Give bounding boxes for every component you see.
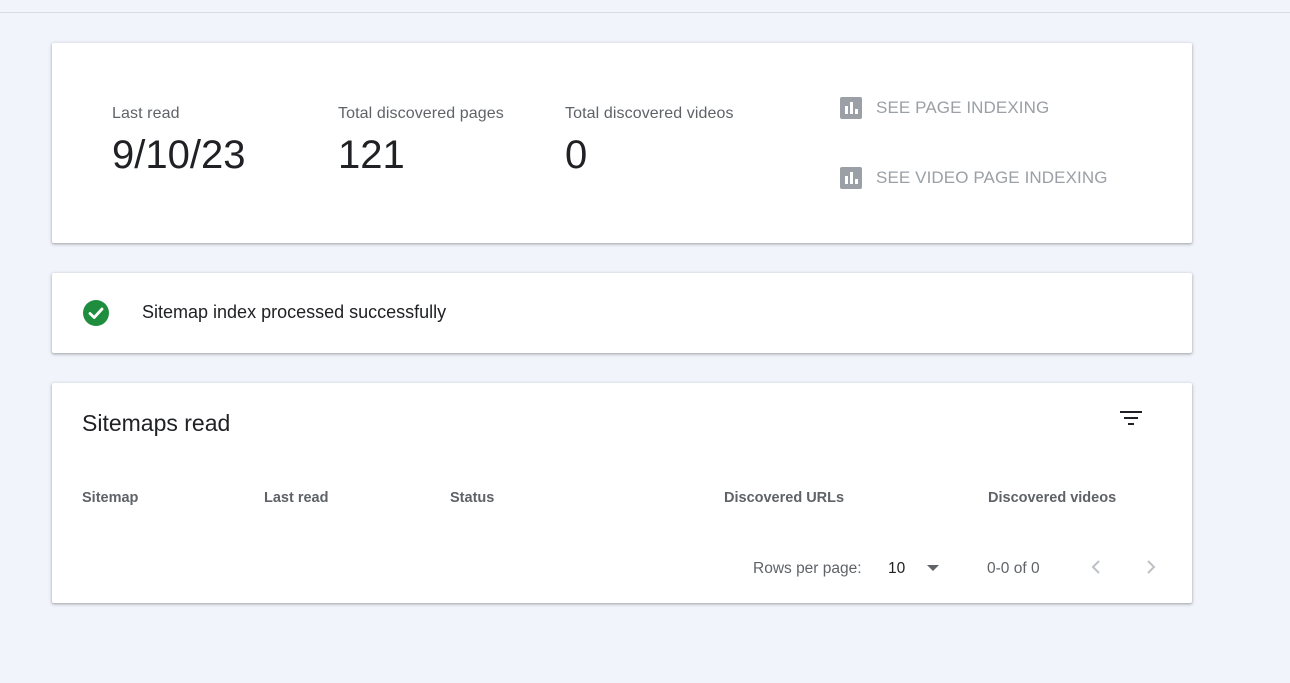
card-title: Sitemaps read	[82, 410, 231, 436]
discovered-pages-value: 121	[338, 133, 405, 177]
status-card: Sitemap index processed successfully	[52, 273, 1192, 353]
filter-icon[interactable]	[1118, 409, 1144, 429]
column-header-sitemap[interactable]: Sitemap	[82, 490, 138, 506]
see-video-page-indexing-button[interactable]: SEE VIDEO PAGE INDEXING	[840, 167, 1108, 189]
top-border	[0, 0, 1290, 13]
column-header-last-read[interactable]: Last read	[264, 490, 328, 506]
column-header-discovered-videos[interactable]: Discovered videos	[988, 490, 1116, 506]
discovered-videos-value: 0	[565, 133, 588, 177]
see-video-page-indexing-label: SEE VIDEO PAGE INDEXING	[876, 168, 1108, 187]
rows-per-page-select[interactable]: 10	[888, 560, 905, 578]
bar-chart-icon	[840, 97, 862, 119]
discovered-pages-label: Total discovered pages	[338, 105, 504, 122]
last-read-value: 9/10/23	[112, 133, 246, 177]
dropdown-arrow-icon[interactable]	[927, 565, 939, 571]
last-read-label: Last read	[112, 105, 180, 122]
see-page-indexing-label: SEE PAGE INDEXING	[876, 98, 1050, 117]
discovered-pages-stat: Total discovered pages 121	[338, 105, 504, 177]
sitemaps-read-card: Sitemaps read Sitemap Last read Status D…	[52, 383, 1192, 603]
rows-per-page-label: Rows per page:	[753, 560, 862, 577]
discovered-videos-label: Total discovered videos	[565, 105, 734, 122]
discovered-videos-stat: Total discovered videos 0	[565, 105, 734, 177]
column-header-discovered-urls[interactable]: Discovered URLs	[724, 490, 844, 506]
chevron-left-icon[interactable]	[1086, 557, 1106, 577]
check-circle-icon	[83, 300, 109, 326]
summary-card: Last read 9/10/23 Total discovered pages…	[52, 43, 1192, 243]
pagination-range: 0-0 of 0	[987, 560, 1040, 577]
bar-chart-icon	[840, 167, 862, 189]
status-message: Sitemap index processed successfully	[142, 302, 447, 322]
column-header-status[interactable]: Status	[450, 490, 494, 506]
last-read-stat: Last read 9/10/23	[112, 105, 245, 177]
see-page-indexing-button[interactable]: SEE PAGE INDEXING	[840, 97, 1049, 119]
chevron-right-icon[interactable]	[1141, 557, 1161, 577]
